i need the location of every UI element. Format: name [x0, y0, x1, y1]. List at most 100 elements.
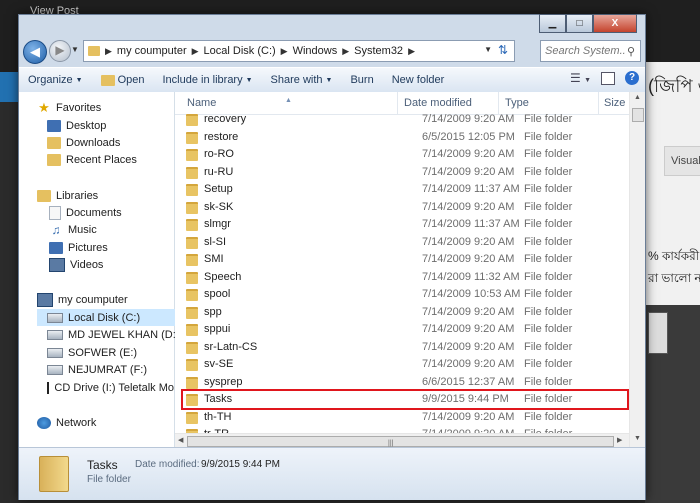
desktop-icon	[47, 119, 61, 132]
file-date-modified: 7/14/2009 9:20 AM	[422, 340, 515, 353]
nav-network[interactable]: Network	[37, 414, 192, 431]
nav-label: Recent Places	[66, 153, 137, 166]
refresh-icon[interactable]: ⇅	[494, 42, 512, 58]
file-type: File folder	[524, 218, 573, 230]
folder-icon	[186, 254, 198, 266]
table-row[interactable]: ru-RU 7/14/2009 9:20 AM File folder	[183, 164, 627, 181]
breadcrumb-system32[interactable]: System32	[351, 45, 406, 57]
file-date-modified: 7/14/2009 9:20 AM	[422, 410, 515, 423]
table-row[interactable]: Speech 7/14/2009 11:32 AM File folder	[183, 269, 627, 286]
table-row[interactable]: sv-SE 7/14/2009 9:20 AM File folder	[183, 356, 627, 373]
include-label: Include in library	[162, 74, 243, 86]
file-type: File folder	[524, 253, 573, 265]
share-with-button[interactable]: Share with ▼	[262, 74, 342, 86]
nav-favorites[interactable]: ★ Favorites	[37, 99, 192, 116]
scroll-up-icon[interactable]: ▲	[634, 94, 641, 101]
network-icon	[37, 416, 51, 429]
file-date-modified: 7/14/2009 11:37 AM	[422, 218, 520, 230]
vertical-scroll-thumb[interactable]	[632, 108, 644, 122]
nav-libraries[interactable]: Libraries	[37, 187, 192, 204]
chevron-right-icon[interactable]: ▶	[190, 46, 201, 57]
chevron-right-icon[interactable]: ▶	[103, 46, 114, 57]
search-icon[interactable]: ⚲	[627, 45, 635, 58]
table-row[interactable]: spp 7/14/2009 9:20 AM File folder	[183, 304, 627, 321]
nav-computer[interactable]: my coumputer	[37, 291, 192, 308]
cd-drive-icon	[47, 381, 50, 394]
nav-local-disk[interactable]: Local Disk (C:)	[37, 309, 184, 326]
organize-button[interactable]: Organize ▼	[19, 74, 92, 86]
breadcrumb-windows[interactable]: Windows	[290, 45, 341, 57]
scroll-down-icon[interactable]: ▼	[634, 435, 641, 442]
column-name[interactable]: Name	[187, 97, 216, 109]
new-folder-button[interactable]: New folder	[383, 74, 454, 86]
chevron-right-icon[interactable]: ▶	[340, 46, 351, 57]
table-row[interactable]: restore 6/5/2015 12:05 PM File folder	[183, 129, 627, 146]
maximize-button[interactable]: □	[566, 14, 593, 33]
share-label: Share with	[270, 74, 323, 86]
table-row[interactable]: Tasks 9/9/2015 9:44 PM File folder	[181, 389, 629, 410]
forward-button[interactable]: ▶	[49, 40, 71, 62]
horizontal-scroll-thumb[interactable]: |||	[187, 436, 614, 447]
minimize-button[interactable]: ▁	[539, 14, 566, 33]
folder-icon	[186, 341, 198, 354]
preview-pane-icon[interactable]	[601, 71, 615, 85]
background-visual-tab[interactable]: Visual	[664, 146, 700, 176]
computer-icon	[37, 292, 53, 307]
table-row[interactable]: SMI 7/14/2009 9:20 AM File folder	[183, 251, 627, 268]
documents-icon	[49, 205, 61, 220]
background-heading-text: (জিপি ও	[648, 76, 700, 96]
scroll-right-icon[interactable]: ▶	[617, 436, 622, 444]
table-row[interactable]: spool 7/14/2009 10:53 AM File folder	[183, 286, 627, 303]
drive-icon	[47, 347, 63, 358]
videos-icon	[49, 257, 65, 272]
file-date-modified: 7/14/2009 9:20 AM	[422, 358, 515, 370]
breadcrumb-computer[interactable]: my coumputer	[114, 45, 190, 57]
open-button[interactable]: Open	[92, 74, 154, 86]
column-type[interactable]: Type	[505, 97, 529, 109]
chevron-down-icon[interactable]: ▼	[484, 45, 492, 54]
file-type: File folder	[524, 130, 573, 143]
search-box[interactable]: ⚲	[540, 40, 641, 62]
file-name: Tasks	[204, 393, 233, 405]
table-row[interactable]: sppui 7/14/2009 9:20 AM File folder	[183, 321, 627, 338]
help-icon[interactable]: ?	[625, 71, 639, 85]
search-input[interactable]	[541, 44, 627, 58]
file-name: sr-Latn-CS	[204, 340, 258, 353]
file-date-modified: 7/14/2009 9:20 AM	[422, 165, 515, 178]
include-in-library-button[interactable]: Include in library ▼	[154, 74, 262, 86]
close-button[interactable]: X	[593, 14, 637, 33]
table-row[interactable]: Setup 7/14/2009 11:37 AM File folder	[183, 181, 627, 198]
table-row[interactable]: sysprep 6/6/2015 12:37 AM File folder	[183, 374, 627, 391]
file-name: SMI	[204, 253, 224, 265]
nav-drive-i[interactable]: CD Drive (I:) Teletalk Mo	[47, 379, 174, 396]
address-row: ◀ ▶ ▼ ▶ my coumputer ▶ Local Disk (C:) ▶…	[19, 37, 645, 67]
back-button[interactable]: ◀	[23, 40, 47, 64]
drive-icon	[47, 312, 63, 323]
table-row[interactable]: slmgr 7/14/2009 11:37 AM File folder	[183, 216, 627, 233]
file-name: Setup	[204, 183, 233, 195]
table-row[interactable]: sk-SK 7/14/2009 9:20 AM File folder	[183, 199, 627, 216]
table-row[interactable]: sl-SI 7/14/2009 9:20 AM File folder	[183, 234, 627, 251]
scroll-left-icon[interactable]: ◀	[178, 436, 183, 444]
star-icon: ★	[38, 99, 50, 115]
folder-icon	[186, 166, 198, 179]
vertical-scrollbar[interactable]: ▲ ▼	[629, 92, 645, 447]
history-dropdown-icon[interactable]: ▼	[71, 45, 79, 54]
horizontal-scrollbar[interactable]: ◀ ||| ▶	[175, 433, 629, 448]
explorer-window: ▁ □ X ◀ ▶ ▼ ▶ my coumputer ▶ Local Disk …	[18, 14, 646, 500]
breadcrumb-local-disk[interactable]: Local Disk (C:)	[201, 45, 279, 57]
file-date-modified: 7/14/2009 9:20 AM	[422, 114, 515, 125]
chevron-right-icon[interactable]: ▶	[406, 46, 417, 57]
table-row[interactable]: sr-Latn-CS 7/14/2009 9:20 AM File folder	[183, 339, 627, 356]
folder-icon	[186, 324, 198, 336]
table-row[interactable]: recovery 7/14/2009 9:20 AM File folder	[183, 114, 627, 128]
view-options-icon[interactable]: ☰ ▼	[570, 71, 591, 85]
table-row[interactable]: th-TH 7/14/2009 9:20 AM File folder	[183, 409, 627, 426]
chevron-right-icon[interactable]: ▶	[279, 46, 290, 57]
burn-button[interactable]: Burn	[341, 74, 382, 86]
table-row[interactable]: ro-RO 7/14/2009 9:20 AM File folder	[183, 146, 627, 163]
address-bar[interactable]: ▶ my coumputer ▶ Local Disk (C:) ▶ Windo…	[83, 40, 515, 62]
column-size[interactable]: Size	[604, 97, 625, 109]
file-name: slmgr	[204, 218, 231, 230]
column-date-modified[interactable]: Date modified	[404, 97, 472, 109]
